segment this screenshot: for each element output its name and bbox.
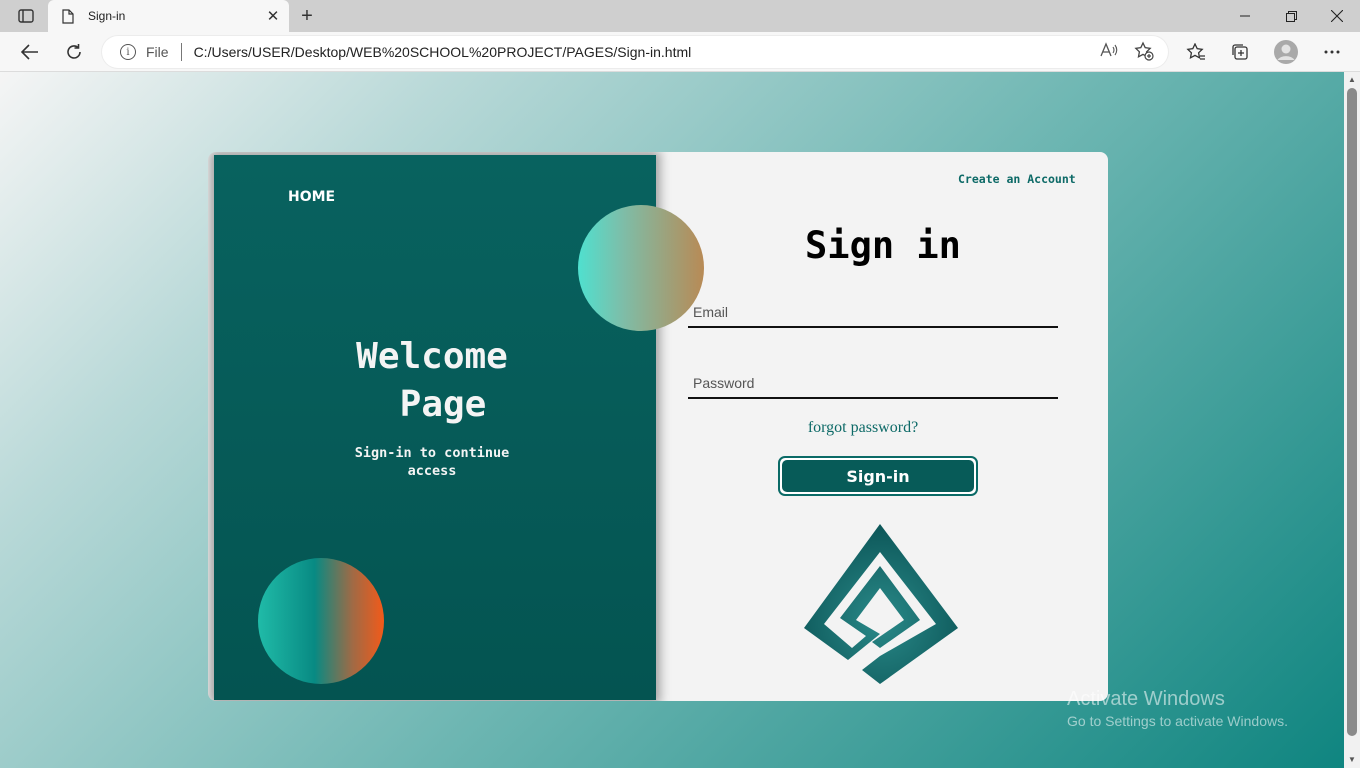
welcome-panel: HOME Welcome Page Sign-in to continue ac… (214, 155, 704, 700)
password-field[interactable] (688, 369, 1058, 399)
collections-icon[interactable] (1225, 37, 1255, 67)
welcome-line-2: Page (399, 384, 487, 425)
site-info-icon[interactable]: i (120, 44, 136, 60)
decorative-circle-top (578, 205, 704, 331)
welcome-line-1: Welcome (356, 336, 508, 377)
watermark-line-1: Activate Windows (1067, 688, 1225, 710)
sign-in-button-label: Sign-in (782, 460, 974, 492)
welcome-subtitle: Sign-in to continue access (332, 444, 532, 480)
page-icon (62, 8, 76, 24)
back-icon[interactable] (15, 37, 45, 67)
create-account-link[interactable]: Create an Account (958, 172, 1076, 186)
tab-bar: Sign-in ✕ + (0, 0, 1360, 32)
welcome-heading: Welcome Page (324, 333, 540, 429)
minimize-button[interactable] (1222, 0, 1268, 32)
close-window-button[interactable] (1314, 0, 1360, 32)
refresh-icon[interactable] (59, 37, 89, 67)
decorative-circle-bottom (258, 558, 384, 684)
read-aloud-icon[interactable] (1100, 42, 1118, 61)
subtitle-line-1: Sign-in to continue (354, 445, 510, 461)
vertical-scrollbar[interactable]: ▲ ▼ (1344, 72, 1360, 768)
tab-sign-in[interactable]: Sign-in ✕ (48, 0, 289, 32)
page-title: Sign in (805, 224, 961, 267)
forgot-password-link[interactable]: forgot password? (778, 419, 948, 437)
brand-logo-icon (804, 524, 958, 684)
home-link[interactable]: HOME (288, 189, 335, 205)
address-url[interactable]: C:/Users/USER/Desktop/WEB%20SCHOOL%20PRO… (194, 44, 692, 60)
sign-in-card: HOME Welcome Page Sign-in to continue ac… (208, 152, 1108, 701)
profile-avatar[interactable] (1271, 37, 1301, 67)
restore-button[interactable] (1268, 0, 1314, 32)
tab-title: Sign-in (88, 9, 126, 23)
watermark-line-2: Go to Settings to activate Windows. (1067, 713, 1288, 729)
scroll-down-icon[interactable]: ▼ (1347, 755, 1357, 765)
scrollbar-thumb[interactable] (1347, 88, 1357, 736)
address-separator (180, 43, 182, 61)
page-viewport: HOME Welcome Page Sign-in to continue ac… (0, 72, 1344, 768)
sign-in-button[interactable]: Sign-in (778, 456, 978, 496)
address-bar[interactable]: i File C:/Users/USER/Desktop/WEB%20SCHOO… (102, 36, 1168, 68)
subtitle-line-2: access (407, 463, 457, 479)
address-prefix: File (146, 44, 169, 60)
add-favorite-icon[interactable] (1134, 41, 1154, 66)
tab-close-icon[interactable]: ✕ (263, 6, 283, 26)
more-menu-icon[interactable] (1317, 37, 1347, 67)
new-tab-button[interactable]: + (296, 5, 318, 27)
scroll-up-icon[interactable]: ▲ (1347, 75, 1357, 85)
email-field[interactable] (688, 298, 1058, 328)
activate-windows-watermark: Activate Windows Go to Settings to activ… (1067, 688, 1288, 729)
favorites-icon[interactable] (1181, 37, 1211, 67)
tab-actions-icon[interactable] (14, 7, 38, 25)
